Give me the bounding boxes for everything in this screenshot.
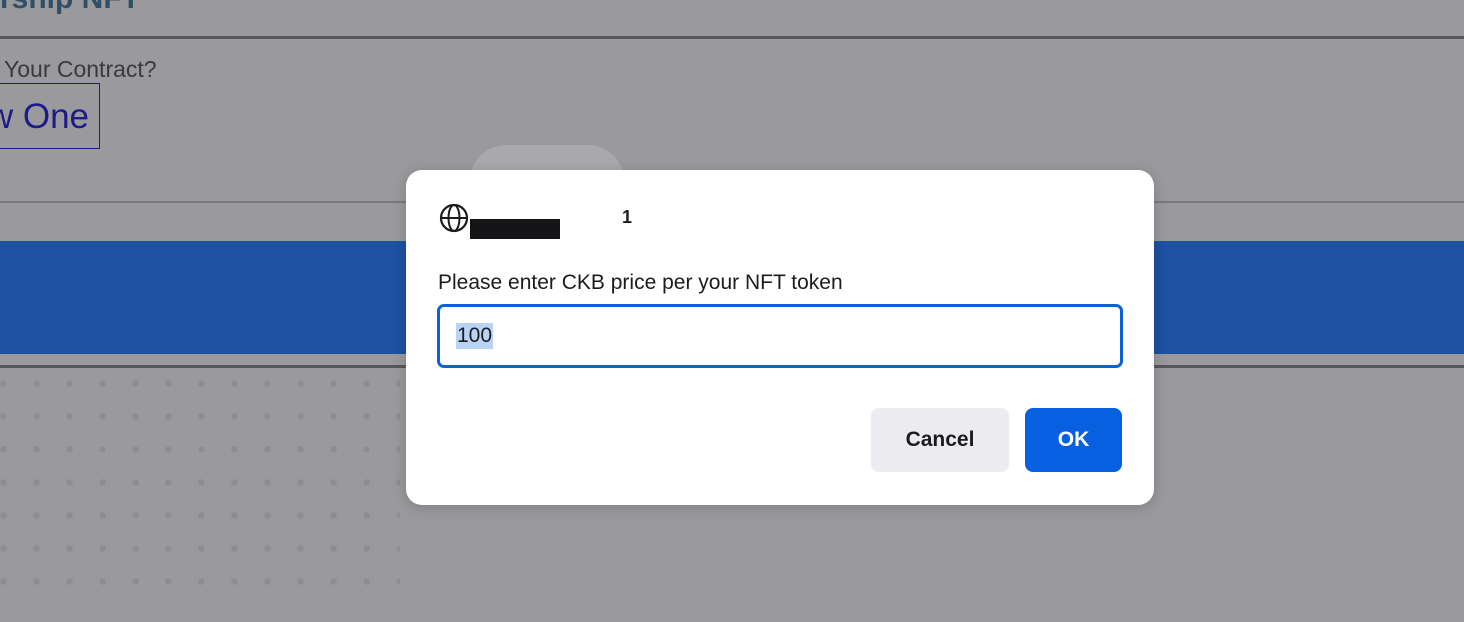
prompt-dialog: 1 Please enter CKB price per your NFT to… xyxy=(406,170,1154,505)
prompt-message: Please enter CKB price per your NFT toke… xyxy=(438,271,843,294)
dot-pattern xyxy=(0,370,400,590)
input-value: 100 xyxy=(456,323,494,349)
globe-icon xyxy=(439,203,469,233)
ok-button[interactable]: OK xyxy=(1025,408,1122,472)
divider xyxy=(0,36,1464,39)
page-title: rship NFT xyxy=(0,0,140,16)
price-input[interactable]: 100 xyxy=(437,304,1123,368)
contract-question: Your Contract? xyxy=(4,56,157,82)
origin-redacted xyxy=(470,219,560,239)
create-new-button[interactable]: w One xyxy=(0,83,100,149)
cancel-button[interactable]: Cancel xyxy=(871,408,1009,472)
origin-suffix: 1 xyxy=(622,207,633,227)
